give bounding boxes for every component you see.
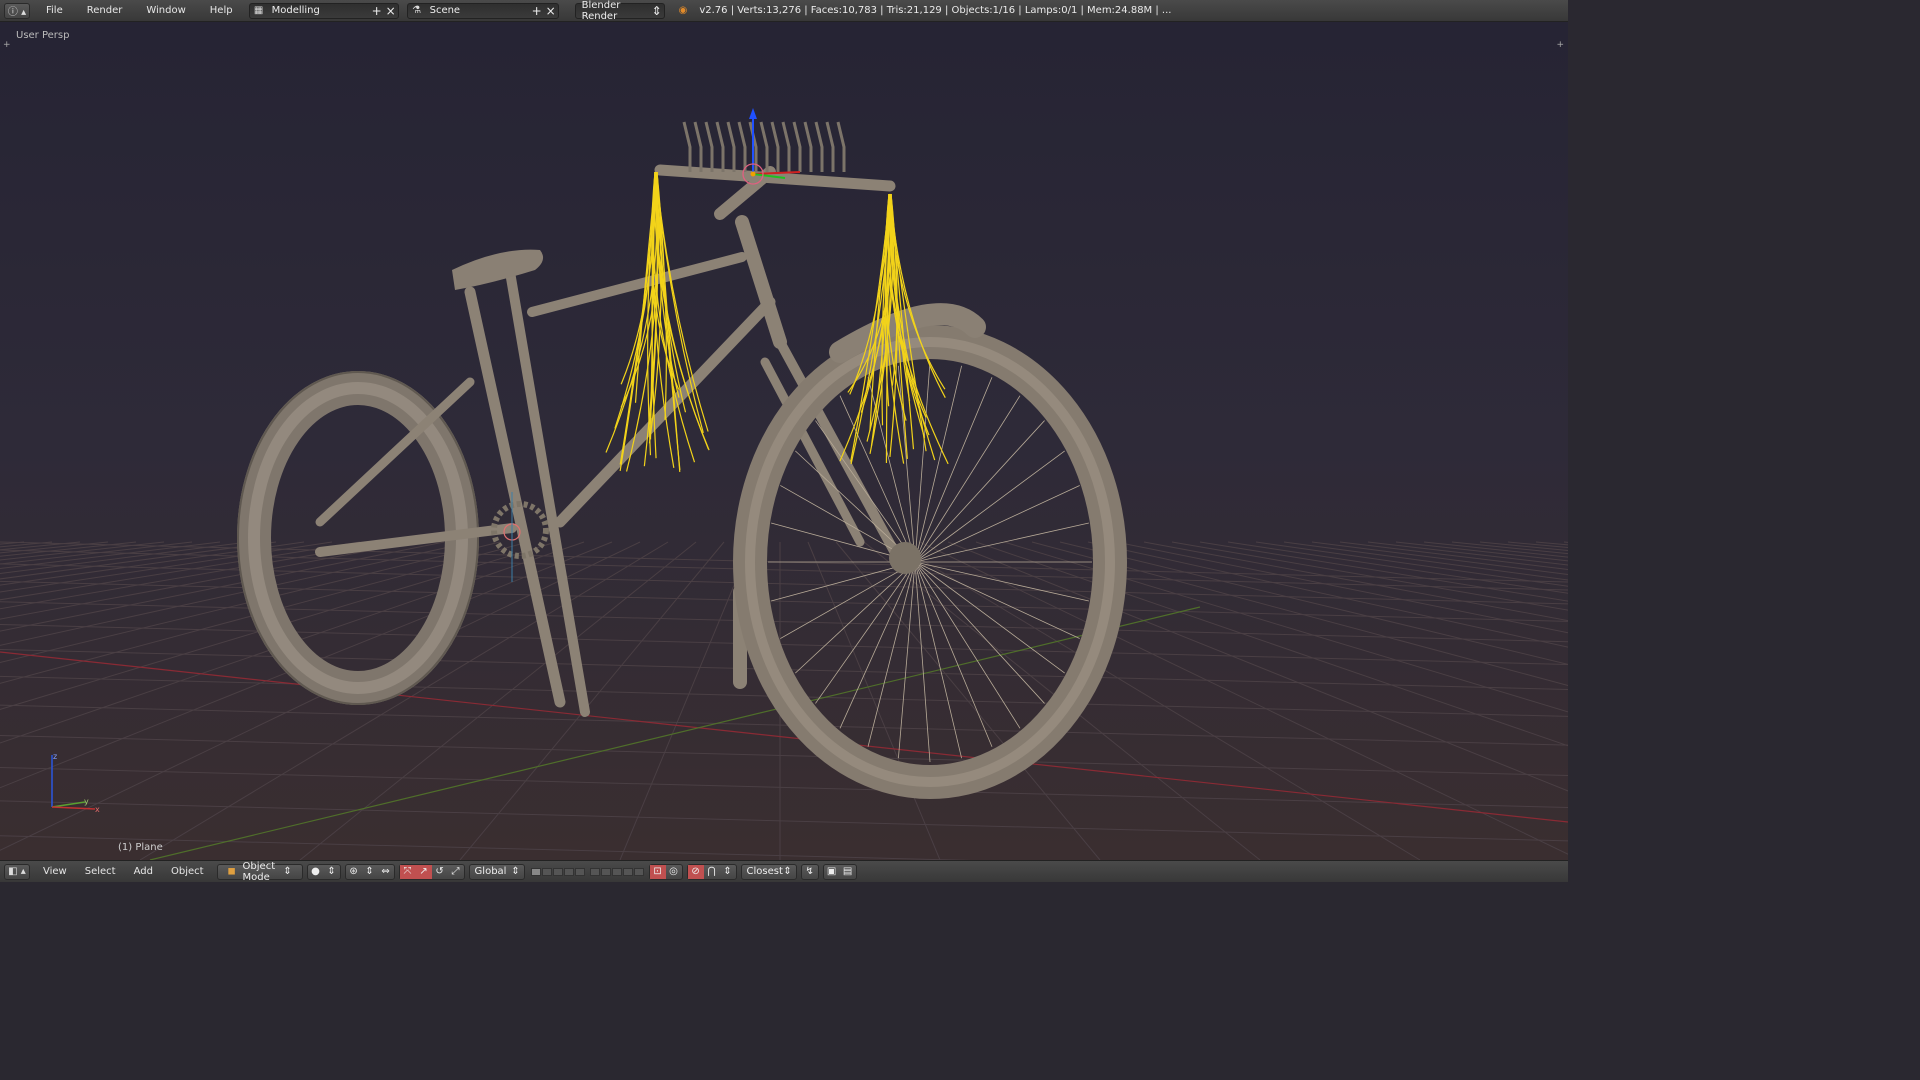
lock-camera-icon[interactable]: ⊡ [649, 864, 666, 879]
chevron-updown-icon: ⇕ [783, 866, 792, 877]
magnet-snap-icon[interactable]: ⋂ [704, 865, 720, 879]
object-mode-icon: ◼ [227, 866, 236, 877]
top-header: ⓘ ▴ File Render Window Help ▦ Modelling … [0, 0, 1568, 22]
mode-selector[interactable]: ◼ Object Mode ⇕ [216, 860, 303, 883]
chevron-updown-icon: ⇕ [283, 866, 292, 877]
close-screen-icon[interactable]: × [384, 3, 398, 19]
menu-select[interactable]: Select [76, 866, 125, 877]
render-animation-icon[interactable]: ▤ [840, 865, 856, 879]
region-toggle-right-icon[interactable]: + [1556, 40, 1564, 50]
view-type-label: User Persp [16, 30, 70, 41]
close-scene-icon[interactable]: × [544, 3, 558, 19]
render-toggles: ⊡ ◎ [648, 863, 683, 880]
transform-manipulator [742, 108, 801, 185]
viewport-header: ◧ ▴ View Select Add Object ◼ Object Mode… [0, 860, 1568, 883]
active-object-label: (1) Plane [118, 842, 163, 853]
axis-gizmo: z y x [51, 752, 100, 814]
transform-orientation-selector[interactable]: Global ⇕ [468, 863, 525, 880]
snap-toggles: ⊘ ⋂ ⇕ [686, 863, 737, 880]
gizmo-x-label: x [95, 805, 100, 814]
chevron-updown-icon: ⇕ [365, 866, 374, 877]
solid-shading-icon: ● [311, 866, 320, 877]
manipulate-center-icon[interactable]: ⇔ [378, 865, 394, 879]
pivot-point-selector[interactable]: ⊛ ⇕ ⇔ [344, 863, 395, 880]
rake-tines [682, 121, 846, 172]
manipulator-toggle-icon[interactable]: ⤧ [399, 864, 416, 879]
chevron-updown-icon: ⇕ [511, 866, 520, 877]
translate-manipulator-icon[interactable]: ↗ [415, 864, 432, 879]
opengl-render-buttons: ▣ ▤ [822, 863, 857, 880]
proportional-edit-icon[interactable]: ⊘ [687, 864, 704, 879]
viewport-scene: z y x [0, 108, 1568, 860]
editor-type-button[interactable]: ◧ ▴ [4, 863, 30, 880]
viewport-shading-selector[interactable]: ● ⇕ [306, 863, 341, 880]
screen-layout-icon: ▦ [253, 5, 264, 16]
screen-layout-value: Modelling [271, 5, 320, 16]
snap-target-selector[interactable]: Closest ⇕ [740, 863, 797, 880]
screen-layout-selector[interactable]: ▦ Modelling + × [248, 2, 399, 19]
menu-add[interactable]: Add [125, 866, 162, 877]
scene-value: Scene [429, 5, 461, 16]
3d-viewport[interactable]: z y x User Persp (1) Plane + + [0, 22, 1568, 860]
region-toggle-left-icon[interactable]: + [3, 40, 11, 50]
chevron-updown-icon: ⇕ [327, 866, 336, 877]
rotate-manipulator-icon[interactable]: ↺ [432, 865, 448, 879]
scale-manipulator-icon[interactable]: ⤢ [448, 865, 464, 879]
snap-extra-toggle[interactable]: ↯ [800, 863, 819, 880]
menu-window[interactable]: Window [134, 5, 197, 16]
blender-logo-icon: ◉ [678, 5, 688, 16]
menu-view[interactable]: View [34, 866, 76, 877]
menu-render[interactable]: Render [75, 5, 135, 16]
layer-buttons[interactable] [530, 867, 645, 876]
scene-statistics: v2.76 | Verts:13,276 | Faces:10,783 | Tr… [699, 5, 1172, 16]
chevron-updown-icon: ⇕ [723, 866, 732, 877]
add-screen-icon[interactable]: + [370, 3, 384, 19]
orientation-value: Global [474, 866, 507, 877]
render-image-icon[interactable]: ▣ [824, 865, 840, 879]
mode-value: Object Mode [242, 860, 276, 883]
manipulator-toggles: ⤧ ↗ ↺ ⤢ [398, 863, 465, 880]
render-engine-value: Blender Render [581, 0, 621, 22]
info-editor-type-button[interactable]: ⓘ ▴ [4, 2, 30, 19]
render-engine-selector[interactable]: Blender Render ⇕ [574, 0, 665, 22]
menu-help[interactable]: Help [198, 5, 245, 16]
snap-target-value: Closest [746, 866, 783, 877]
menu-object[interactable]: Object [162, 866, 213, 877]
render-preview-icon[interactable]: ◎ [666, 865, 682, 879]
scene-selector[interactable]: ⚗ Scene + × [406, 2, 559, 19]
chevron-updown-icon: ⇕ [651, 3, 662, 18]
pivot-icon: ⊛ [349, 866, 358, 877]
gizmo-y-label: y [84, 797, 89, 806]
menu-file[interactable]: File [34, 5, 75, 16]
bike-seat [452, 249, 544, 290]
scene-icon: ⚗ [412, 5, 422, 16]
gizmo-z-label: z [53, 752, 57, 761]
info-icon: ⓘ ▴ [7, 7, 27, 18]
add-scene-icon[interactable]: + [530, 3, 544, 19]
snap-align-icon: ↯ [805, 866, 814, 877]
3d-view-icon: ◧ ▴ [8, 866, 26, 877]
